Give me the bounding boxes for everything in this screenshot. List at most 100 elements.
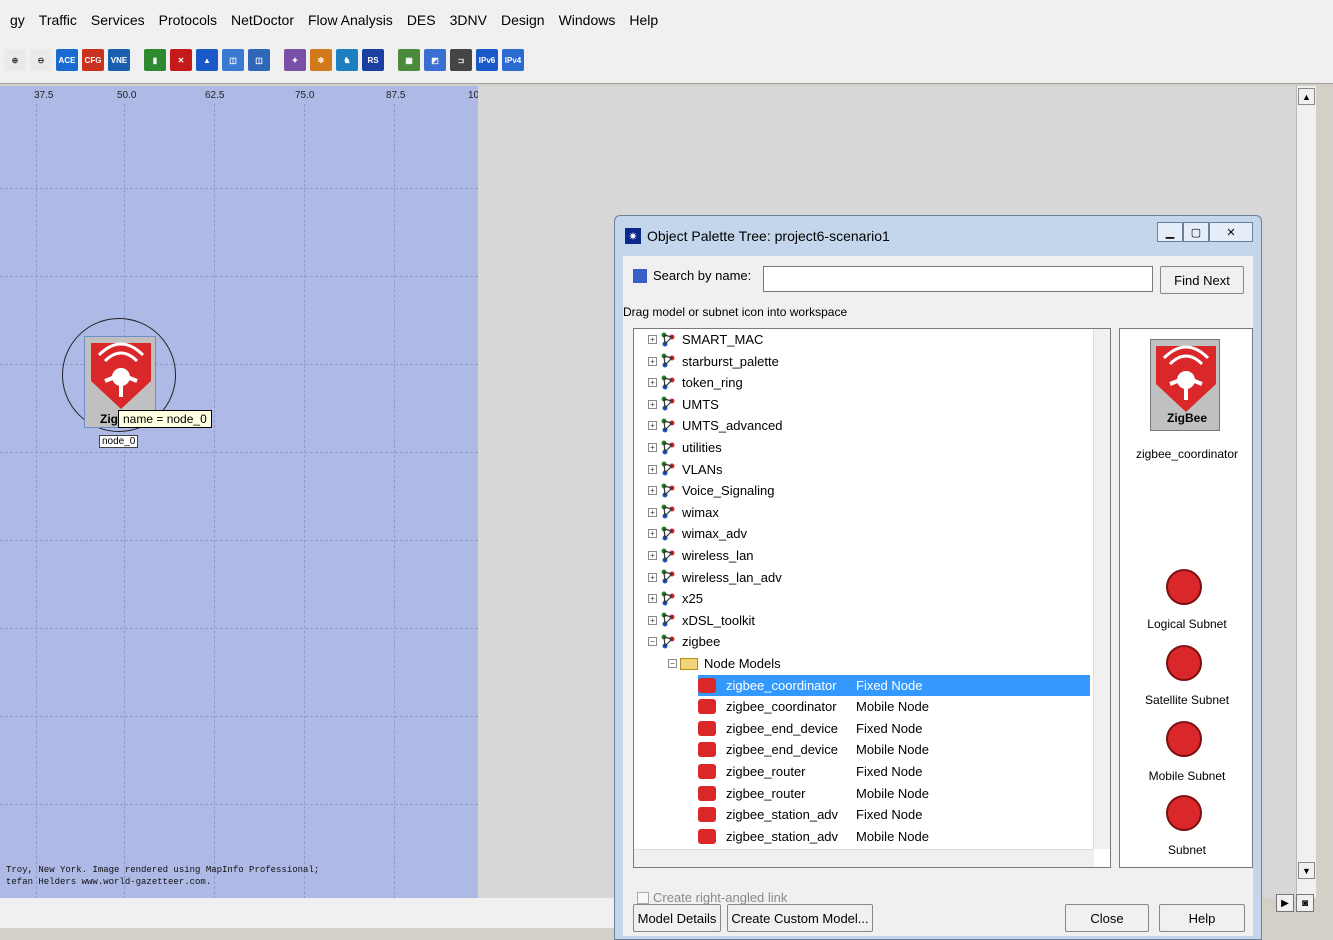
workspace-vertical-scrollbar[interactable]: ▲ ▼ (1296, 86, 1316, 898)
close-icon[interactable]: ✕ (1209, 222, 1253, 242)
close-button[interactable]: Close (1065, 904, 1149, 932)
search-icon (633, 268, 647, 283)
tree-item-label: Node Models (704, 656, 781, 671)
menu-item-services[interactable]: Services (84, 12, 152, 28)
tree-item-model[interactable]: zigbee_station_adv Mobile Node (698, 826, 929, 847)
tree-item-zigbee[interactable]: − zigbee (648, 631, 720, 652)
expand-icon[interactable]: + (648, 399, 657, 409)
graph-icon[interactable]: ▦ (398, 49, 420, 71)
model-type: Fixed Node (856, 764, 923, 779)
tree-item-model[interactable]: zigbee_coordinator Fixed Node (698, 674, 1090, 696)
expand-icon[interactable]: + (648, 551, 657, 560)
topology-config-icon[interactable]: ◫ (248, 49, 270, 71)
tree-item-palette[interactable]: + starburst_palette (648, 351, 779, 372)
bracket-icon[interactable]: ⊐ (450, 49, 472, 71)
zoom-out-icon[interactable]: ⊖ (30, 49, 52, 71)
menu-item-windows[interactable]: Windows (552, 12, 623, 28)
ipv6-icon[interactable]: IPv6 (476, 49, 498, 71)
chart-icon[interactable]: ◩ (424, 49, 446, 71)
scroll-right-button[interactable]: ▶ (1276, 894, 1294, 912)
node-label[interactable]: node_0 (99, 435, 139, 448)
logical-subnet-icon[interactable] (1166, 569, 1202, 605)
create-custom-model-button[interactable]: Create Custom Model... (727, 904, 873, 932)
scroll-up-button[interactable]: ▲ (1298, 88, 1315, 105)
tree-item-palette[interactable]: + wimax_adv (648, 523, 747, 544)
tree-item-palette[interactable]: + SMART_MAC (648, 329, 763, 350)
tree-item-model[interactable]: zigbee_end_device Mobile Node (698, 739, 929, 760)
menu-item-protocols[interactable]: Protocols (152, 12, 224, 28)
network-icon[interactable]: ✲ (310, 49, 332, 71)
ipv4-ipv6-icon[interactable]: IPv4 (502, 49, 524, 71)
expand-icon[interactable]: + (648, 378, 657, 388)
expand-icon[interactable]: + (648, 486, 657, 496)
tree-item-model[interactable]: zigbee_end_device Fixed Node (698, 718, 922, 739)
tree-item-palette[interactable]: + utilities (648, 437, 722, 458)
expand-icon[interactable]: + (648, 594, 657, 604)
menu-item-3dnv[interactable]: 3DNV (443, 12, 494, 28)
expand-icon[interactable]: + (648, 572, 657, 582)
tree-vertical-scrollbar[interactable] (1093, 329, 1110, 849)
tree-item-palette[interactable]: + xDSL_toolkit (648, 610, 755, 631)
pan-zoom-icon[interactable]: ◙ (1296, 894, 1314, 912)
run-icon[interactable]: ♞ (336, 49, 358, 71)
vne-icon[interactable]: VNE (108, 49, 130, 71)
topology-icon[interactable]: ◫ (222, 49, 244, 71)
tree-item-palette[interactable]: + wimax (648, 502, 719, 523)
find-next-button[interactable]: Find Next (1160, 266, 1244, 294)
dialog-body: Search by name: Find Next Drag model or … (623, 256, 1253, 936)
maximize-icon[interactable]: ▢ (1183, 222, 1209, 242)
expand-icon[interactable]: + (648, 443, 657, 452)
menu-item-flow-analysis[interactable]: Flow Analysis (301, 12, 400, 28)
mobile-subnet-icon[interactable] (1166, 721, 1202, 757)
model-details-button[interactable]: Model Details (633, 904, 721, 932)
menu-item-help[interactable]: Help (622, 12, 665, 28)
menu-item-des[interactable]: DES (400, 12, 443, 28)
tree-item-model[interactable]: zigbee_router Mobile Node (698, 783, 929, 804)
tree-item-model[interactable]: zigbee_router Fixed Node (698, 761, 922, 782)
collapse-icon[interactable]: − (648, 637, 657, 647)
triangle-icon[interactable]: ▲ (196, 49, 218, 71)
help-button[interactable]: Help (1159, 904, 1245, 932)
tree-item-palette[interactable]: + VLANs (648, 459, 722, 480)
project-workspace[interactable]: 37.5 50.0 62.5 75.0 87.5 10 Zig node_0 name =… (0, 86, 478, 898)
tree-item-palette[interactable]: + token_ring (648, 372, 743, 393)
expand-icon[interactable]: + (648, 335, 657, 344)
expand-icon[interactable]: + (648, 507, 657, 517)
tree-item-palette[interactable]: + UMTS_advanced (648, 415, 782, 436)
tree-horizontal-scrollbar[interactable] (634, 849, 1094, 867)
minimize-icon[interactable]: ▁ (1157, 222, 1183, 242)
menu-item-design[interactable]: Design (494, 12, 552, 28)
expand-icon[interactable]: + (648, 356, 657, 366)
tree-item-palette[interactable]: + UMTS (648, 394, 719, 415)
tree-item-palette[interactable]: + x25 (648, 588, 703, 609)
tree-item-model[interactable]: zigbee_coordinator Mobile Node (698, 696, 929, 717)
ace-icon[interactable]: ACE (56, 49, 78, 71)
collapse-icon[interactable]: − (668, 659, 677, 668)
cfg-icon[interactable]: CFG (82, 49, 104, 71)
palette-tree[interactable]: + SMART_MAC + starburst_palette + token_ring +… (633, 328, 1111, 868)
menu-item-netdoctor[interactable]: NetDoctor (224, 12, 301, 28)
tree-item-node-models[interactable]: − Node Models (668, 653, 781, 674)
right-angled-link-option[interactable]: Create right-angled link (637, 890, 787, 905)
fail-node-icon[interactable]: ✕ (170, 49, 192, 71)
tree-item-model[interactable]: zigbee_station_adv Fixed Node (698, 804, 922, 825)
tree-item-palette[interactable]: + wireless_lan_adv (648, 567, 782, 588)
expand-icon[interactable]: + (648, 529, 657, 539)
expand-icon[interactable]: + (648, 464, 657, 474)
menu-item-gy[interactable]: gy (10, 12, 32, 28)
search-input[interactable] (763, 266, 1153, 292)
expand-icon[interactable]: + (648, 421, 657, 431)
menu-item-traffic[interactable]: Traffic (32, 12, 84, 28)
scroll-down-button[interactable]: ▼ (1298, 862, 1315, 879)
right-angled-link-checkbox[interactable] (637, 891, 649, 904)
subnet-icon[interactable] (1166, 795, 1202, 831)
workspace-horizontal-scrollbar[interactable] (0, 898, 620, 928)
traffic-light-icon[interactable]: ▮ (144, 49, 166, 71)
rs-icon[interactable]: RS (362, 49, 384, 71)
satellite-subnet-icon[interactable] (1166, 645, 1202, 681)
tree-item-palette[interactable]: + Voice_Signaling (648, 480, 775, 501)
wand-icon[interactable]: ✦ (284, 49, 306, 71)
zoom-in-icon[interactable]: ⊕ (4, 49, 26, 71)
tree-item-palette[interactable]: + wireless_lan (648, 545, 754, 566)
expand-icon[interactable]: + (648, 615, 657, 625)
